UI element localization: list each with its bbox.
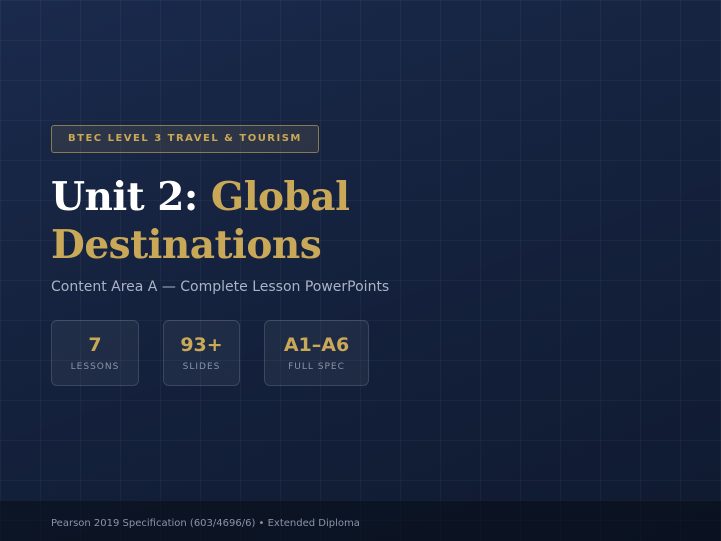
- page-title: Unit 2: Global Destinations: [51, 173, 691, 269]
- stat-lessons-label: LESSONS: [70, 362, 120, 372]
- stat-slides-label: SLIDES: [182, 362, 221, 372]
- footer-bar: Pearson 2019 Specification (603/4696/6) …: [0, 500, 721, 541]
- stat-lessons-value: 7: [88, 334, 102, 356]
- footer-text: Pearson 2019 Specification (603/4696/6) …: [51, 518, 360, 529]
- title-slide-hero: BTEC LEVEL 3 TRAVEL & TOURISM Unit 2: Gl…: [51, 125, 691, 386]
- subtitle: Content Area A — Complete Lesson PowerPo…: [51, 279, 390, 295]
- stat-lessons-card: 7 LESSONS: [51, 320, 139, 386]
- stat-spec-value: A1–A6: [283, 334, 350, 356]
- stat-slides-value: 93+: [180, 334, 223, 356]
- title-highlight-line1: Global: [210, 174, 350, 220]
- stat-slides-card: 93+ SLIDES: [163, 320, 240, 386]
- title-unit-prefix: Unit 2:: [51, 174, 198, 220]
- title-highlight-line2: Destinations: [51, 222, 322, 268]
- stat-spec-label: FULL SPEC: [288, 362, 345, 372]
- course-badge: BTEC LEVEL 3 TRAVEL & TOURISM: [51, 125, 319, 153]
- stat-spec-card: A1–A6 FULL SPEC: [264, 320, 369, 386]
- stats-row: 7 LESSONS 93+ SLIDES A1–A6 FULL SPEC: [51, 320, 691, 386]
